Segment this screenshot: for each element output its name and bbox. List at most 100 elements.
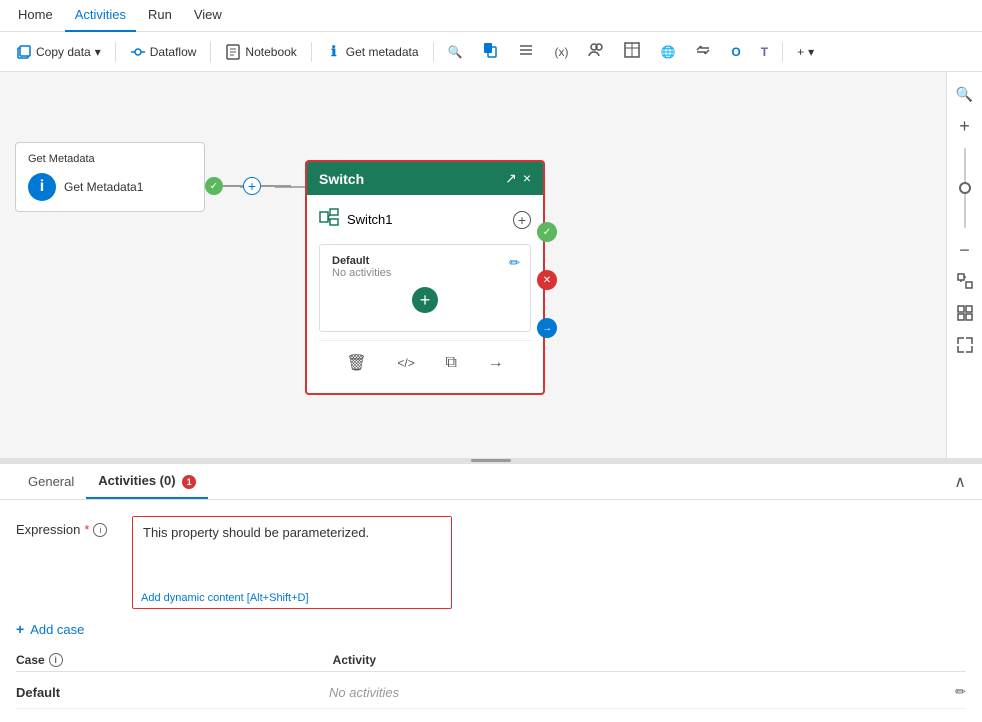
zoom-slider-thumb (959, 182, 971, 194)
copy-data-button[interactable]: Copy data ▾ (8, 40, 109, 64)
menu-view[interactable]: View (184, 0, 232, 32)
copy-data-label: Copy data (36, 45, 91, 59)
activities-badge: 1 (182, 475, 196, 489)
toolbar: Copy data ▾ Dataflow Notebook ℹ Get meta… (0, 32, 982, 72)
delete-switch-button[interactable]: 🗑 (342, 349, 370, 377)
switch-item-icon (319, 207, 339, 232)
toolbar-sep-4 (433, 42, 434, 62)
list-toolbar-button[interactable] (510, 38, 542, 65)
dataflow-button[interactable]: Dataflow (122, 40, 205, 64)
get-metadata-label: Get metadata (346, 45, 419, 59)
menu-run[interactable]: Run (138, 0, 182, 32)
globe-toolbar-button[interactable]: 🌐 (652, 41, 683, 63)
teams-toolbar-icon: T (761, 45, 768, 59)
get-metadata-activity-item: i Get Metadata1 (28, 173, 192, 201)
formula-toolbar-button[interactable]: (x) (546, 41, 576, 63)
page-toolbar-button[interactable] (474, 38, 506, 65)
expression-input-wrapper: This property should be parameterized. A… (132, 516, 452, 609)
tab-general[interactable]: General (16, 466, 86, 499)
grid-icon (957, 305, 973, 324)
case-row-edit-icon[interactable]: ✏ (955, 684, 966, 700)
people-toolbar-button[interactable] (580, 38, 612, 65)
case-table: Case i Activity Default No activities ✏ (16, 649, 966, 709)
case-col-header: Case i (16, 653, 333, 667)
copy-switch-button[interactable]: ⧉ (441, 350, 460, 376)
canvas-zoom-out-button[interactable]: − (951, 236, 979, 264)
menu-activities[interactable]: Activities (65, 0, 136, 32)
default-sub: No activities (332, 267, 518, 279)
collapse-panel-button[interactable]: ∧ (954, 472, 966, 492)
add-case-row[interactable]: + Add case (16, 621, 966, 637)
connection-line-2 (261, 185, 291, 187)
connection-line-1 (223, 185, 243, 187)
table-row: Default No activities ✏ (16, 676, 966, 709)
expression-textarea[interactable]: This property should be parameterized. (133, 517, 451, 587)
default-box: Default No activities ✏ + (319, 244, 531, 332)
notebook-icon (225, 44, 241, 60)
bottom-content: Expression * i This property should be p… (0, 500, 982, 722)
table-toolbar-icon (624, 42, 640, 61)
notebook-label: Notebook (245, 45, 296, 59)
copy-data-icon (16, 44, 32, 60)
case-header-text: Case (16, 653, 45, 667)
switch-item: Switch1 + (319, 203, 531, 236)
add-connection-button[interactable]: + (243, 177, 261, 195)
zoom-slider[interactable] (964, 148, 966, 228)
copy-data-chevron: ▾ (95, 45, 101, 59)
expression-info-icon[interactable]: i (93, 523, 107, 537)
switch-header-icons: ↗ × (505, 170, 531, 187)
arrows-toolbar-button[interactable] (687, 38, 719, 65)
expression-label-text: Expression (16, 522, 80, 537)
canvas-right-controls: 🔍 + − (946, 72, 982, 458)
globe-toolbar-icon: 🌐 (660, 45, 675, 59)
more-chevron: ▾ (808, 45, 814, 59)
get-metadata-box-title: Get Metadata (28, 153, 192, 165)
notebook-button[interactable]: Notebook (217, 40, 304, 64)
canvas-fit-button[interactable] (951, 268, 979, 296)
dataflow-icon (130, 44, 146, 60)
tab-activities-label: Activities (0) (98, 473, 175, 488)
default-edit-icon[interactable]: ✏ (509, 255, 520, 271)
search-toolbar-icon: 🔍 (448, 45, 463, 59)
expand-icon[interactable]: ↗ (505, 170, 517, 187)
more-button[interactable]: + ▾ (789, 41, 822, 63)
success-indicator: ✓ (205, 177, 223, 195)
formula-toolbar-icon: (x) (554, 45, 568, 59)
info-icon: i (40, 178, 44, 196)
table-toolbar-button[interactable] (616, 38, 648, 65)
code-switch-button[interactable]: </> (393, 352, 418, 374)
zoom-out-icon: − (959, 240, 970, 261)
toolbar-sep-3 (311, 42, 312, 62)
complete-side-indicator: → (537, 318, 557, 338)
corner-icon (957, 337, 973, 356)
canvas-area: Get Metadata i Get Metadata1 ✓ + Switch (0, 72, 982, 458)
search-toolbar-button[interactable]: 🔍 (440, 41, 471, 63)
bottom-panel: General Activities (0) 1 ∧ Expression * … (0, 462, 982, 722)
dataflow-label: Dataflow (150, 45, 197, 59)
collapse-icon[interactable]: × (523, 170, 531, 187)
case-info-icon[interactable]: i (49, 653, 63, 667)
arrow-switch-button[interactable]: → (484, 350, 508, 376)
canvas-zoom-in-button[interactable]: + (951, 112, 979, 140)
switch-title: Switch (319, 171, 364, 187)
zoom-in-icon: + (959, 116, 970, 137)
error-side-indicator: ✕ (537, 270, 557, 290)
dynamic-content-link[interactable]: Add dynamic content [Alt+Shift+D] (133, 590, 451, 608)
canvas-grid-button[interactable] (951, 300, 979, 328)
default-add-activity-button[interactable]: + (412, 287, 438, 313)
switch-body: Switch1 + Default No activities ✏ + 🗑 </… (307, 195, 543, 393)
canvas-corner-button[interactable] (951, 332, 979, 360)
switch-add-case-button[interactable]: + (513, 211, 531, 229)
canvas-content[interactable]: Get Metadata i Get Metadata1 ✓ + Switch (0, 72, 946, 458)
case-default-cell: Default (16, 685, 329, 700)
menu-home[interactable]: Home (8, 0, 63, 32)
add-case-plus-icon: + (16, 621, 24, 637)
fit-icon (957, 273, 973, 292)
tab-activities[interactable]: Activities (0) 1 (86, 465, 208, 499)
outlook-toolbar-button[interactable]: Ο (723, 41, 748, 63)
get-metadata-button[interactable]: ℹ Get metadata (318, 40, 427, 64)
teams-toolbar-button[interactable]: T (753, 41, 776, 63)
switch-item-name: Switch1 (347, 212, 393, 227)
required-marker: * (84, 522, 89, 537)
canvas-search-button[interactable]: 🔍 (951, 80, 979, 108)
